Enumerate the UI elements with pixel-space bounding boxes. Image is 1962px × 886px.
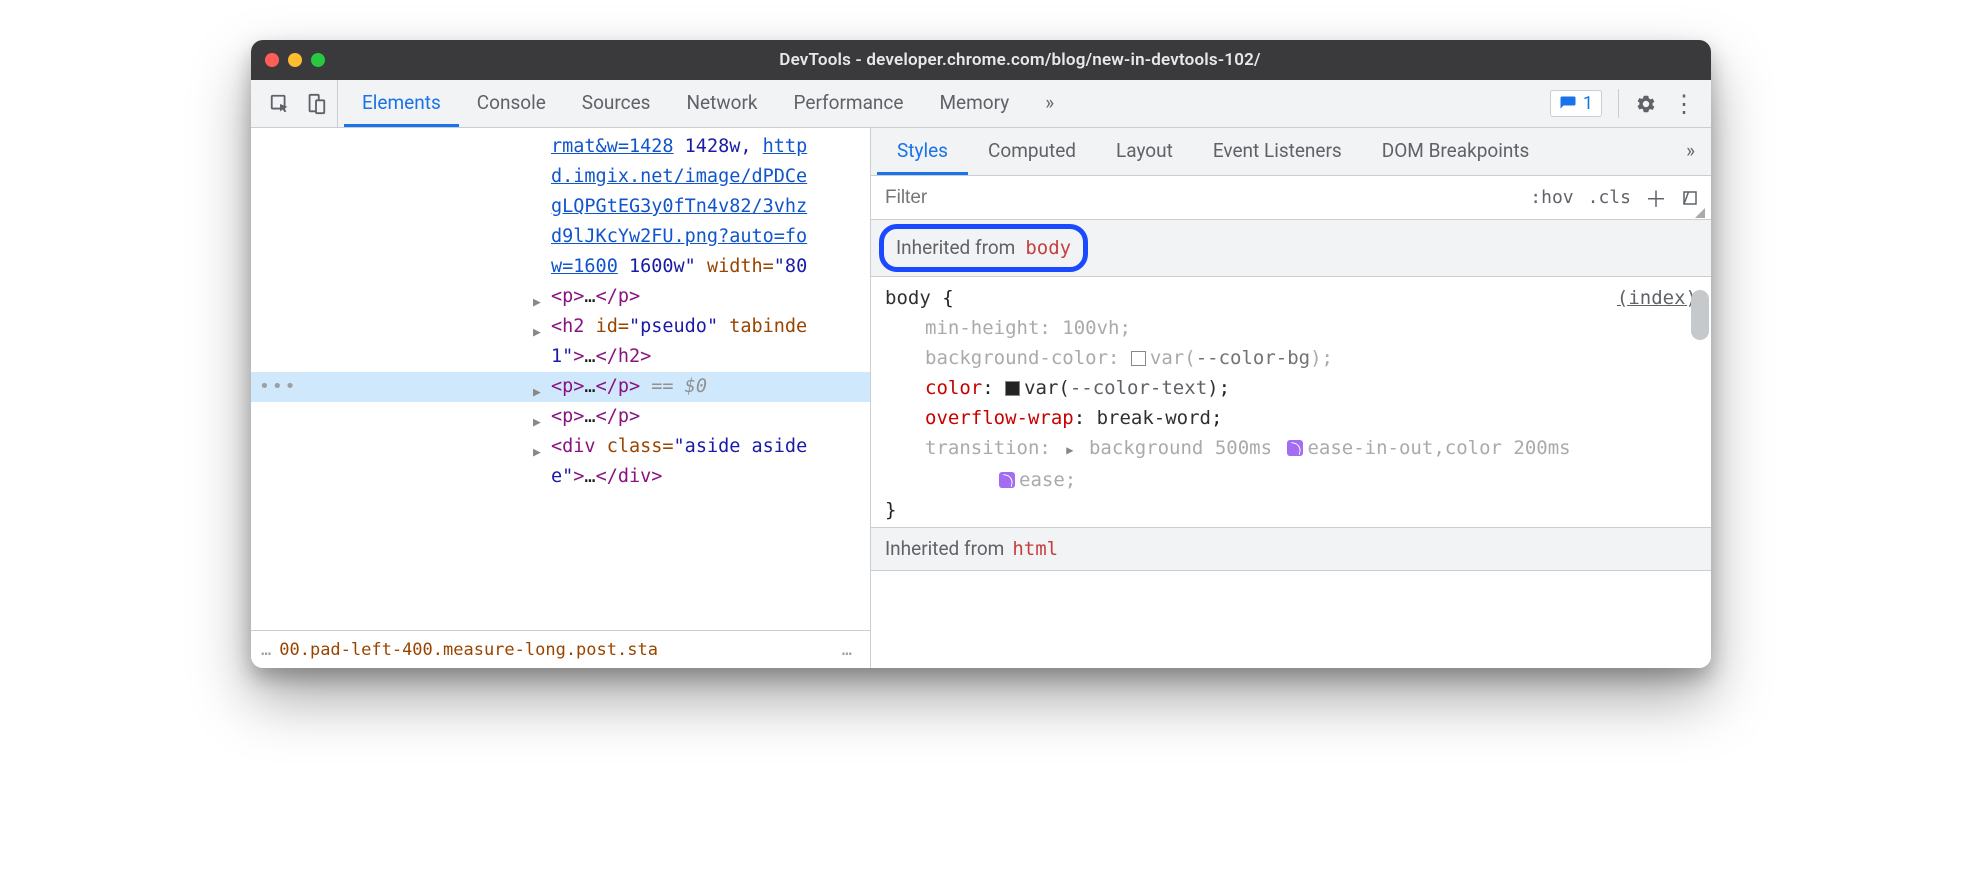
more-menu-icon[interactable]: ⋮ [1673,93,1695,115]
tab-console[interactable]: Console [459,80,564,127]
dom-node-wrap-line[interactable]: d.imgix.net/image/dPDCe [251,162,870,192]
issues-count: 1 [1583,93,1593,114]
subtab-layout[interactable]: Layout [1096,128,1193,175]
inspect-element-icon[interactable] [269,93,291,115]
new-style-rule-button[interactable]: ＋ [1645,182,1667,214]
srcset-url-2-line2[interactable]: d.imgix.net/image/dPDCe [551,166,807,187]
subtab-computed[interactable]: Computed [968,128,1096,175]
dom-node-img-srcset[interactable]: rmat&w=1428 1428w, http [251,132,870,162]
srcset-url-2-line3[interactable]: gLQPGtEG3y0fTn4v82/3vhz [551,196,807,217]
subtab-styles[interactable]: Styles [877,128,968,175]
tab-elements[interactable]: Elements [344,80,459,127]
dom-node-p-selected[interactable]: ••• ▶ <p>…</p> == $0 [251,372,870,402]
inherited-from-body-header[interactable]: Inherited from body [879,224,1088,272]
srcset-descriptor-2: 1600w [629,256,685,277]
device-toolbar-icon[interactable] [305,93,327,115]
css-declaration[interactable]: background-color: var(--color-bg); [885,343,1697,373]
css-variable[interactable]: --color-bg [1196,347,1310,369]
devtools-window: DevTools - developer.chrome.com/blog/new… [251,40,1711,668]
dom-node-div[interactable]: ▶ <div class="aside aside [251,432,870,462]
dom-node-wrap-line[interactable]: w=1600 1600w" width="80 [251,252,870,282]
breadcrumb[interactable]: … 00.pad-left-400.measure-long.post.sta … [251,630,870,668]
main-toolbar: Elements Console Sources Network Perform… [251,80,1711,128]
settings-icon[interactable] [1635,93,1657,115]
window-title: DevTools - developer.chrome.com/blog/new… [343,50,1697,70]
subtabs-overflow[interactable]: » [1676,128,1705,175]
breadcrumb-current[interactable]: 00.pad-left-400.measure-long.post.sta [279,640,658,660]
issues-badge[interactable]: 1 [1550,90,1602,117]
styles-panel: Styles Computed Layout Event Listeners D… [871,128,1711,668]
elements-tree-panel: rmat&w=1428 1428w, http d.imgix.net/imag… [251,128,871,668]
minimize-window-button[interactable] [288,53,302,67]
srcset-descriptor: 1428w [685,136,741,157]
dom-node-p-3[interactable]: ▶ <p>…</p> [251,402,870,432]
toggle-class-button[interactable]: .cls [1588,187,1631,208]
scrollbar-thumb[interactable] [1691,290,1709,340]
dom-node-h2[interactable]: ▶ <h2 id="pseudo" tabinde [251,312,870,342]
zoom-window-button[interactable] [311,53,325,67]
styles-rules-list[interactable]: Inherited from body (index) body { min-h… [871,220,1711,668]
rule-selector[interactable]: body [885,287,931,309]
tab-memory[interactable]: Memory [921,80,1027,127]
dom-node-p-1[interactable]: ▶ <p>…</p> [251,282,870,312]
dom-node-div-cont[interactable]: e">…</div> [251,462,870,492]
attr-width: width [707,256,763,277]
srcset-url-2-line5[interactable]: w=1600 [551,256,618,277]
bezier-editor-icon[interactable] [999,472,1015,488]
tab-sources[interactable]: Sources [564,80,669,127]
inherited-from-html-header[interactable]: Inherited from html [871,527,1711,571]
styles-filter-input[interactable] [871,176,1518,219]
close-window-button[interactable] [265,53,279,67]
css-value[interactable]: color 200ms [1445,437,1571,459]
selected-node-indicator: == $0 [651,376,707,397]
css-declaration-wrap[interactable]: ease; [885,465,1697,495]
css-property[interactable]: color [925,377,982,399]
subtab-dom-breakpoints[interactable]: DOM Breakpoints [1362,128,1550,175]
css-property[interactable]: transition [925,437,1039,459]
toggle-hover-button[interactable]: :hov [1530,187,1573,208]
resize-handle-icon[interactable] [1695,208,1705,218]
window-controls [265,53,325,67]
subtab-event-listeners[interactable]: Event Listeners [1193,128,1362,175]
breadcrumb-overflow-right[interactable]: … [842,640,852,660]
styles-filter-bar: :hov .cls ＋ [871,176,1711,220]
css-value[interactable]: break-word [1097,407,1211,429]
styles-subtabs: Styles Computed Layout Event Listeners D… [871,128,1711,176]
tab-performance[interactable]: Performance [776,80,922,127]
expand-shorthand-icon[interactable]: ▶ [1066,443,1073,457]
breadcrumb-overflow-left[interactable]: … [261,640,271,660]
css-value[interactable]: background 500ms [1089,437,1272,459]
inherited-from-label: Inherited from [885,534,1004,564]
gutter-overflow-icon[interactable]: ••• [259,372,298,402]
dom-node-h2-cont[interactable]: 1">…</h2> [251,342,870,372]
srcset-url-2-line4[interactable]: d9lJKcYw2FU.png?auto=fo [551,226,807,247]
dom-node-wrap-line[interactable]: gLQPGtEG3y0fTn4v82/3vhz [251,192,870,222]
css-property[interactable]: min-height [925,317,1039,339]
dom-node-wrap-line[interactable]: d9lJKcYw2FU.png?auto=fo [251,222,870,252]
panel-tabs: Elements Console Sources Network Perform… [344,80,1072,127]
srcset-url-2-line1[interactable]: http [763,136,808,157]
titlebar: DevTools - developer.chrome.com/blog/new… [251,40,1711,80]
css-property[interactable]: overflow-wrap [925,407,1074,429]
bezier-editor-icon[interactable] [1287,440,1303,456]
css-rule-body[interactable]: (index) body { min-height: 100vh; backgr… [871,277,1711,527]
inherited-from-element[interactable]: html [1012,534,1058,564]
css-variable[interactable]: --color-text [1070,377,1207,399]
rule-source-link[interactable]: (index) [1617,283,1697,313]
toggle-rendering-emulations-icon[interactable] [1681,189,1699,207]
color-swatch-icon[interactable] [1005,381,1020,396]
css-declaration[interactable]: min-height: 100vh; [885,313,1697,343]
inherited-from-label: Inherited from [896,233,1015,263]
tabs-overflow[interactable]: » [1027,80,1072,127]
dom-tree[interactable]: rmat&w=1428 1428w, http d.imgix.net/imag… [251,128,870,630]
inherited-from-element[interactable]: body [1025,233,1071,263]
color-swatch-icon[interactable] [1131,351,1146,366]
tab-network[interactable]: Network [668,80,775,127]
css-declaration[interactable]: transition: ▶ background 500ms ease-in-o… [885,433,1697,465]
css-declaration[interactable]: overflow-wrap: break-word; [885,403,1697,433]
srcset-url-fragment[interactable]: rmat&w=1428 [551,136,674,157]
css-value[interactable]: 100vh [1062,317,1119,339]
css-property[interactable]: background-color [925,347,1108,369]
css-declaration[interactable]: color: var(--color-text); [885,373,1697,403]
